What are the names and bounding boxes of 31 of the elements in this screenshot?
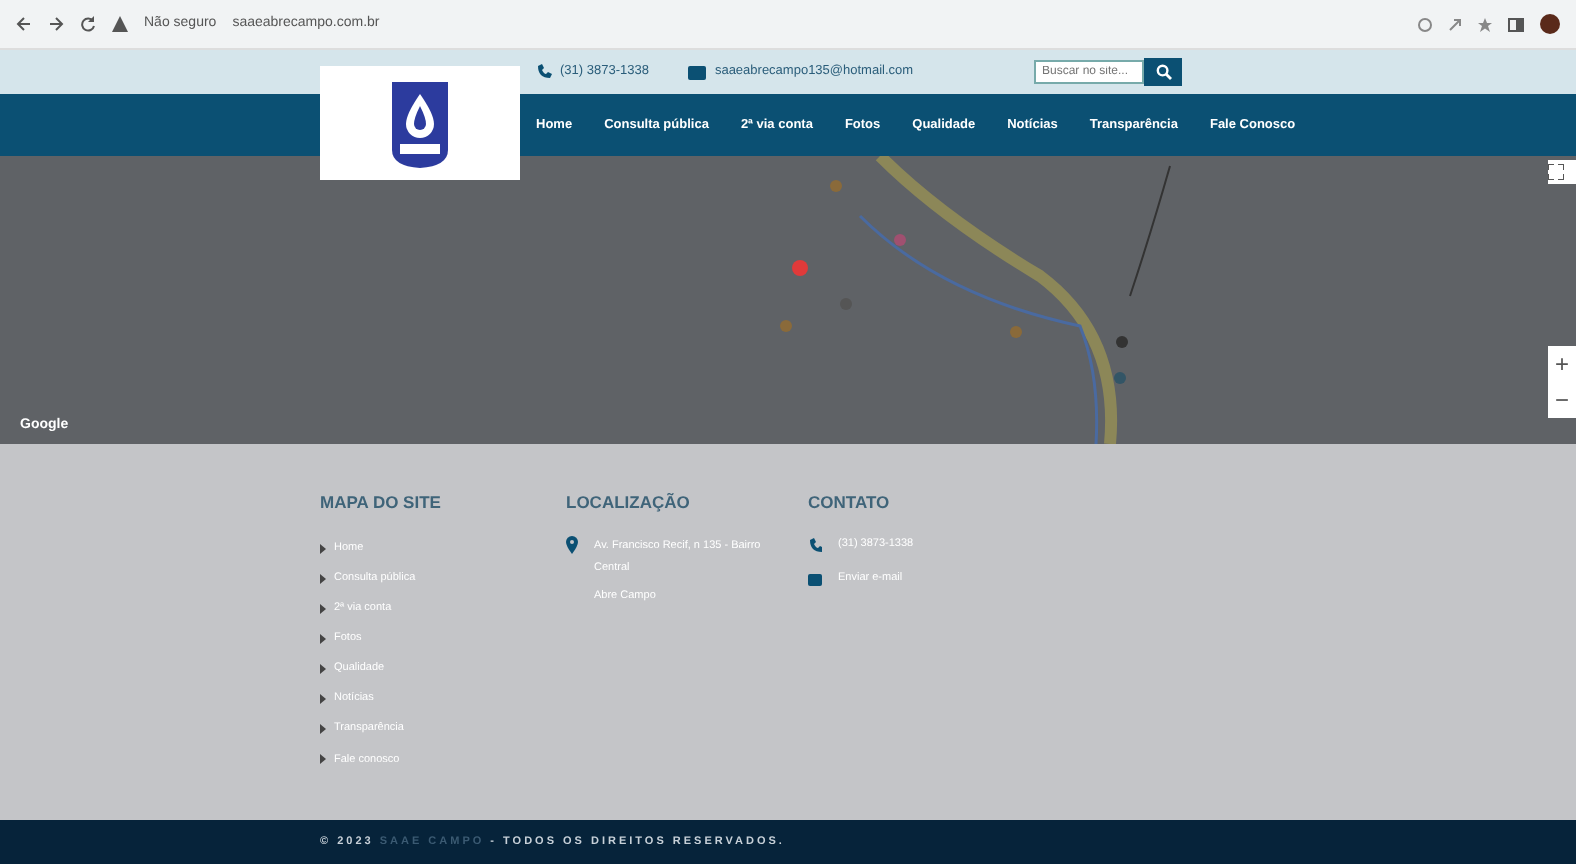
chevron-icon — [320, 754, 326, 765]
warning-icon — [112, 16, 128, 32]
zoom-in-button[interactable]: + — [1548, 346, 1576, 382]
search-button[interactable] — [1144, 58, 1182, 86]
zoom-out-button[interactable]: − — [1548, 382, 1576, 418]
share-icon[interactable] — [1448, 17, 1462, 31]
fullscreen-button[interactable] — [1548, 160, 1576, 184]
forward-icon[interactable] — [48, 16, 64, 32]
chevron-icon — [320, 543, 326, 554]
logo-icon — [388, 77, 452, 169]
phone-icon — [808, 537, 822, 552]
chevron-icon — [320, 664, 326, 674]
chevron-icon — [320, 603, 326, 614]
reload-icon[interactable] — [80, 16, 96, 32]
section-title: LOCALIZAÇÃO — [566, 492, 692, 513]
chevron-icon — [320, 573, 326, 584]
phone-icon — [536, 64, 552, 80]
chevron-icon — [320, 694, 326, 705]
section-title: MAPA DO SITE — [320, 492, 443, 513]
back-icon[interactable] — [16, 16, 32, 32]
star-icon[interactable] — [1478, 17, 1492, 31]
email-icon — [808, 573, 822, 586]
fullscreen-icon — [1548, 164, 1564, 180]
email-icon — [688, 65, 707, 79]
chevron-icon — [320, 633, 326, 644]
chevron-icon — [320, 724, 326, 735]
avatar-icon[interactable] — [1540, 14, 1560, 34]
location-pin-icon — [566, 536, 578, 555]
sidepanel-icon[interactable] — [1508, 17, 1524, 31]
section-title: CONTATO — [808, 492, 892, 513]
search-icon — [1155, 64, 1171, 80]
